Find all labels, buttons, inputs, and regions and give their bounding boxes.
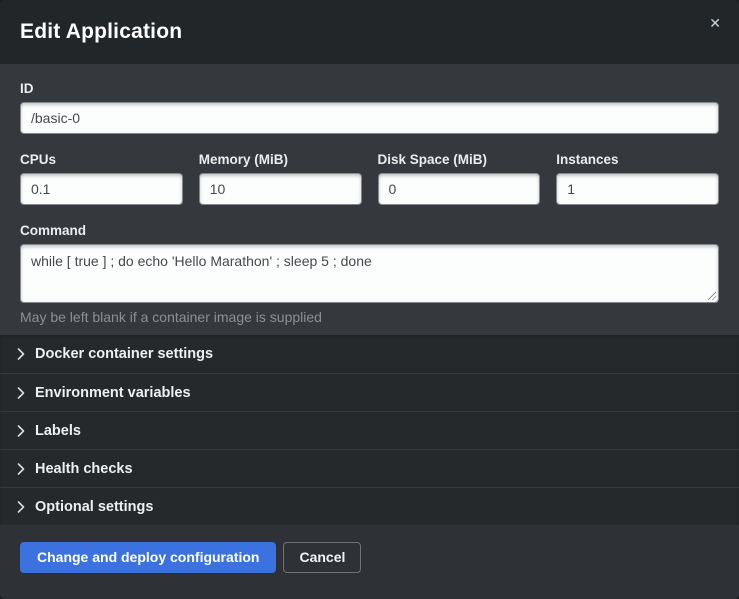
instances-field-group: Instances [556, 152, 719, 205]
accordion-section-label: Docker container settings [35, 346, 213, 362]
modal-header: Edit Application ✕ [0, 0, 739, 64]
accordion-section-label: Labels [35, 423, 81, 439]
command-textarea[interactable]: while [ true ] ; do echo 'Hello Marathon… [20, 244, 719, 303]
accordion: Docker container settings Environment va… [0, 335, 739, 525]
accordion-section-label: Optional settings [35, 499, 153, 515]
command-label: Command [20, 223, 719, 238]
id-field-group: ID [20, 81, 719, 134]
accordion-section-health-checks[interactable]: Health checks [0, 449, 739, 487]
accordion-section-optional-settings[interactable]: Optional settings [0, 487, 739, 525]
instances-input[interactable] [556, 173, 719, 205]
chevron-right-icon [17, 463, 25, 475]
accordion-section-label: Environment variables [35, 385, 191, 401]
cpus-input[interactable] [20, 173, 183, 205]
disk-field-group: Disk Space (MiB) [378, 152, 541, 205]
modal-footer: Change and deploy configuration Cancel [0, 525, 739, 599]
instances-label: Instances [556, 152, 719, 167]
accordion-section-labels[interactable]: Labels [0, 411, 739, 449]
resources-row: CPUs Memory (MiB) Disk Space (MiB) Insta… [20, 152, 719, 205]
command-field-group: Command while [ true ] ; do echo 'Hello … [20, 223, 719, 326]
edit-application-modal: Edit Application ✕ ID CPUs Memory (MiB) … [0, 0, 739, 599]
chevron-right-icon [17, 501, 25, 513]
chevron-right-icon [17, 387, 25, 399]
command-textarea-wrap: while [ true ] ; do echo 'Hello Marathon… [20, 244, 719, 303]
memory-label: Memory (MiB) [199, 152, 362, 167]
cpus-field-group: CPUs [20, 152, 183, 205]
id-input[interactable] [20, 102, 719, 134]
accordion-section-environment-variables[interactable]: Environment variables [0, 373, 739, 411]
disk-label: Disk Space (MiB) [378, 152, 541, 167]
disk-input[interactable] [378, 173, 541, 205]
submit-button[interactable]: Change and deploy configuration [20, 542, 276, 573]
memory-input[interactable] [199, 173, 362, 205]
memory-field-group: Memory (MiB) [199, 152, 362, 205]
accordion-section-label: Health checks [35, 461, 133, 477]
cancel-button[interactable]: Cancel [283, 542, 361, 573]
cpus-label: CPUs [20, 152, 183, 167]
chevron-right-icon [17, 425, 25, 437]
modal-title: Edit Application [20, 20, 182, 44]
accordion-section-docker-container-settings[interactable]: Docker container settings [0, 335, 739, 373]
id-label: ID [20, 81, 719, 96]
command-help-text: May be left blank if a container image i… [20, 308, 719, 326]
close-icon[interactable]: ✕ [703, 14, 727, 32]
modal-body: ID CPUs Memory (MiB) Disk Space (MiB) In… [0, 64, 739, 326]
chevron-right-icon [17, 348, 25, 360]
